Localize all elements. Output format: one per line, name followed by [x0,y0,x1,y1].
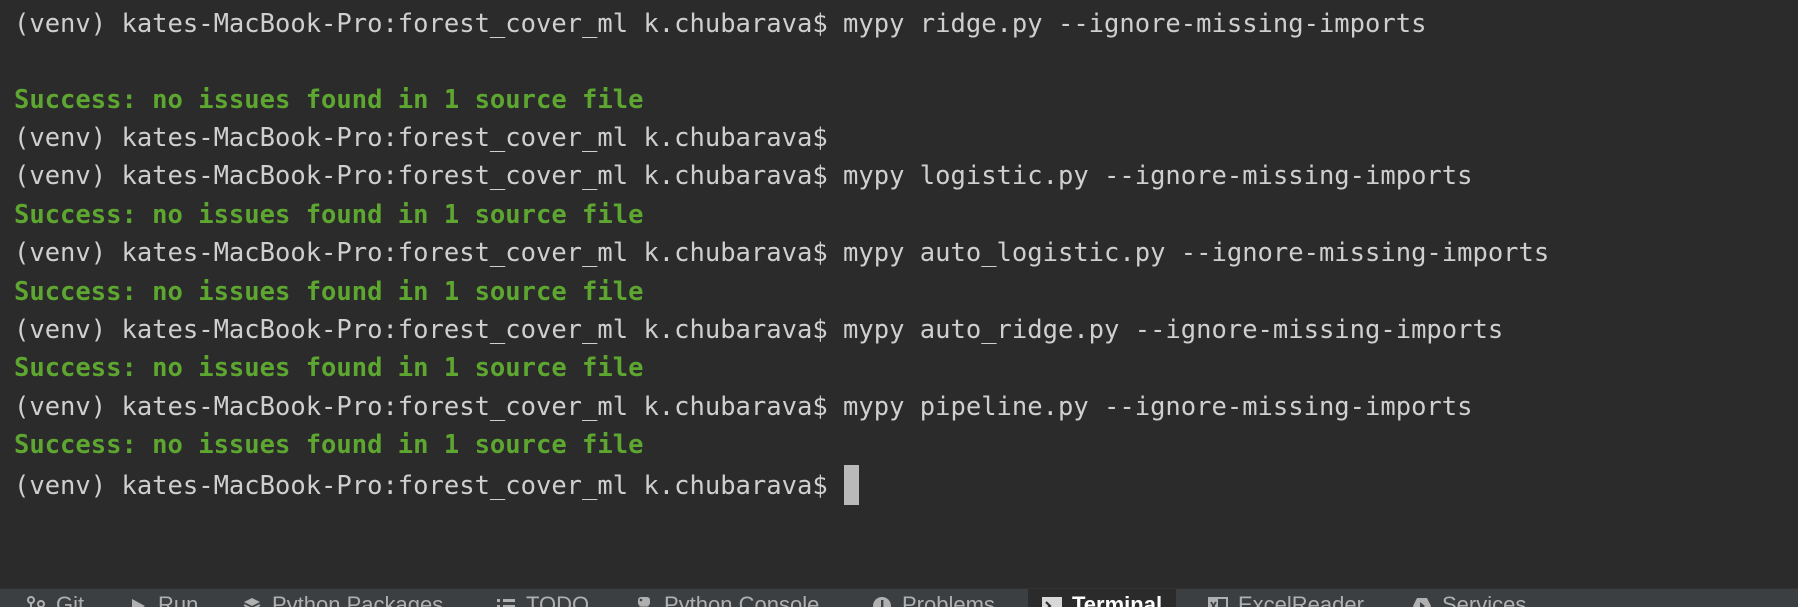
terminal-prompt: (venv) kates-MacBook-Pro:forest_cover_ml… [14,9,828,39]
terminal-line: (venv) kates-MacBook-Pro:forest_cover_ml… [14,314,1503,346]
tab-problems[interactable]: Problems [872,589,995,607]
tab-python-packages[interactable]: Python Packages [242,589,443,607]
todo-list-icon [496,596,516,607]
terminal-prompt: (venv) kates-MacBook-Pro:forest_cover_ml… [14,123,828,153]
terminal-command: mypy ridge.py --ignore-missing-imports [843,9,1427,39]
terminal-output-success: Success: no issues found in 1 source fil… [14,200,644,230]
terminal-line: (venv) kates-MacBook-Pro:forest_cover_ml… [14,122,828,154]
terminal-output-success: Success: no issues found in 1 source fil… [14,353,644,383]
git-branch-icon [26,596,46,607]
run-icon [128,596,148,607]
terminal-line: (venv) kates-MacBook-Pro:forest_cover_ml… [14,391,1472,423]
terminal-command: mypy pipeline.py --ignore-missing-import… [843,392,1473,422]
tab-terminal[interactable]: Terminal [1028,589,1177,607]
tab-excelreader[interactable]: ExcelReader [1208,589,1364,607]
terminal-prompt: (venv) kates-MacBook-Pro:forest_cover_ml… [14,161,828,191]
terminal-line: (venv) kates-MacBook-Pro:forest_cover_ml… [14,237,1549,269]
tab-label: Python Console [664,592,820,607]
terminal-line: (venv) kates-MacBook-Pro:forest_cover_ml… [14,465,859,505]
tab-services[interactable]: Services [1412,589,1526,607]
tab-label: Git [56,592,85,607]
tab-label: ExcelReader [1238,592,1364,607]
tab-label: Run [158,592,199,607]
tab-git[interactable]: Git [26,589,84,607]
terminal-command: mypy auto_logistic.py --ignore-missing-i… [843,238,1550,268]
terminal-prompt: (venv) kates-MacBook-Pro:forest_cover_ml… [14,471,828,501]
tab-todo[interactable]: TODO [496,589,589,607]
terminal-line: (venv) kates-MacBook-Pro:forest_cover_ml… [14,160,1472,192]
tab-python-console[interactable]: Python Console [634,589,819,607]
terminal-prompt: (venv) kates-MacBook-Pro:forest_cover_ml… [14,392,828,422]
terminal-icon [1042,596,1062,607]
problems-icon [872,596,892,607]
terminal-prompt: (venv) kates-MacBook-Pro:forest_cover_ml… [14,238,828,268]
terminal-output-success: Success: no issues found in 1 source fil… [14,277,644,307]
tab-label: Services [1442,592,1527,607]
tool-window-bar: Git Run Python Packages TODO Python Cons… [0,588,1798,607]
tab-label: TODO [526,592,590,607]
terminal-panel[interactable]: (venv) kates-MacBook-Pro:forest_cover_ml… [0,0,1798,588]
python-console-icon [634,596,654,607]
terminal-command: mypy auto_ridge.py --ignore-missing-impo… [843,315,1504,345]
terminal-line: (venv) kates-MacBook-Pro:forest_cover_ml… [14,8,1426,40]
terminal-prompt: (venv) kates-MacBook-Pro:forest_cover_ml… [14,315,828,345]
terminal-output-success: Success: no issues found in 1 source fil… [14,430,644,460]
tab-label: Problems [902,592,995,607]
tab-run[interactable]: Run [128,589,198,607]
services-icon [1412,596,1432,607]
excel-icon [1208,596,1228,607]
tab-label: Python Packages [272,592,444,607]
terminal-cursor[interactable] [843,465,859,505]
terminal-output-success: Success: no issues found in 1 source fil… [14,85,644,115]
terminal-command: mypy logistic.py --ignore-missing-import… [843,161,1473,191]
packages-icon [242,596,262,607]
tab-label: Terminal [1072,592,1163,607]
